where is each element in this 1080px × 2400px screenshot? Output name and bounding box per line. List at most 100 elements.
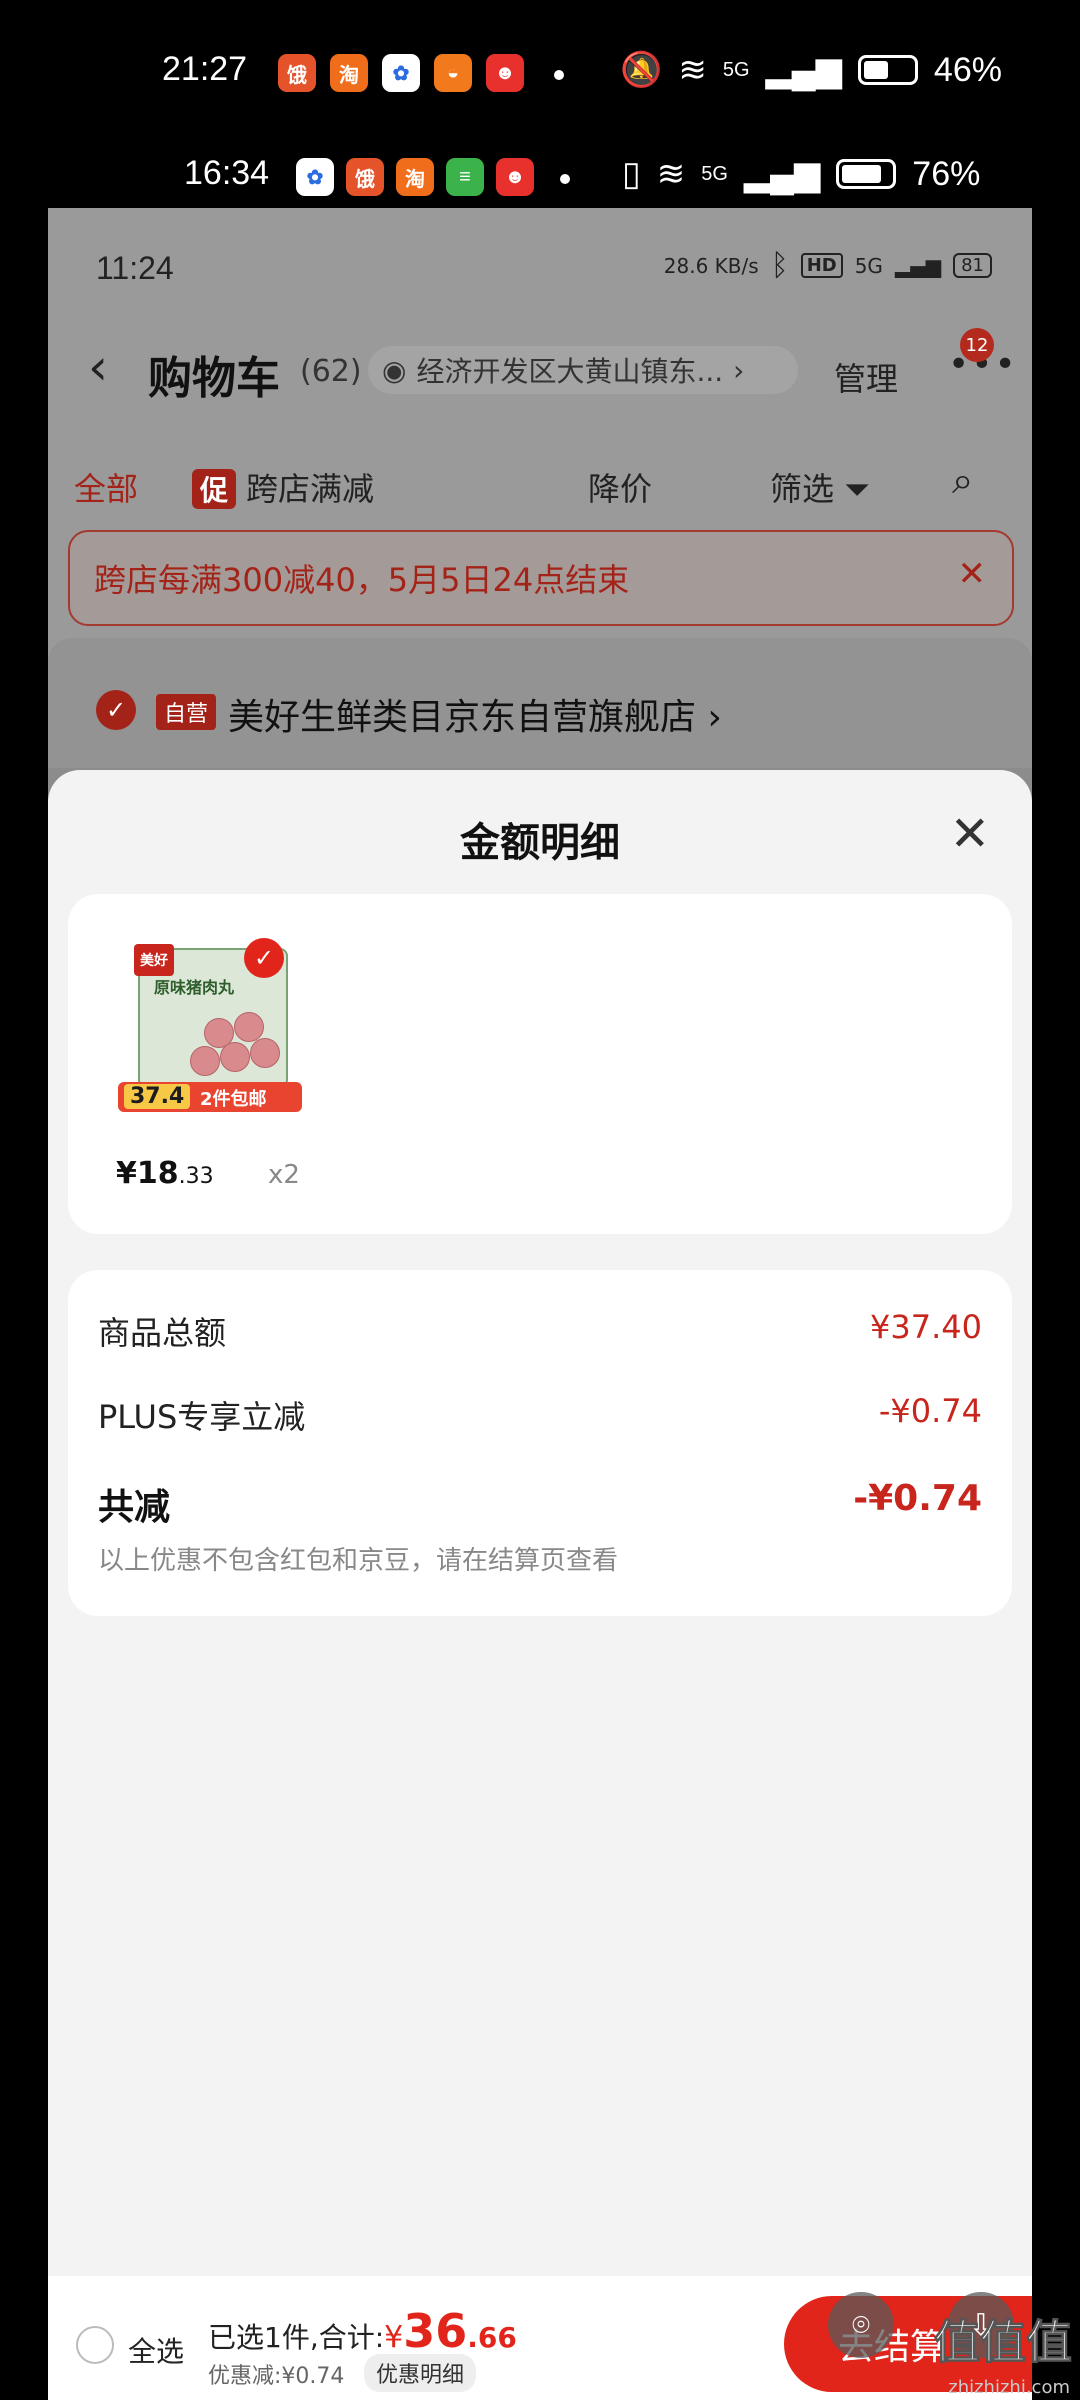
product-check-icon[interactable]: ✓: [244, 938, 284, 978]
app-battery: 81: [953, 253, 992, 278]
row-goods-total: 商品总额 ¥37.40: [98, 1308, 982, 1354]
tab-filter[interactable]: 筛选 ⏷: [770, 464, 870, 510]
eye-icon: ◉: [382, 353, 407, 387]
close-banner-icon[interactable]: ✕: [958, 554, 987, 594]
promo-tag: 促: [192, 469, 237, 509]
tab-price-drop[interactable]: 降价: [588, 464, 652, 510]
row-plus-discount: PLUS专享立减 -¥0.74: [98, 1392, 982, 1438]
product-card: 美好 原味猪肉丸 37.4 2件包邮 ✓ ¥18.33 x2: [68, 894, 1012, 1234]
tab-all[interactable]: 全部: [74, 464, 138, 510]
vibrate-icon: ▯: [622, 155, 641, 193]
message-badge: 12: [960, 328, 994, 362]
app-icon-6: ✿: [296, 158, 334, 196]
tab-filter-label: 筛选: [770, 470, 835, 508]
outer-status-right-1: 🔕 ≋ 5G ▂▄▆ 46%: [620, 50, 1002, 90]
promo-banner-text: 跨店每满300减40，5月5日24点结束: [94, 561, 630, 599]
screenshot-icon[interactable]: ⌾: [828, 2292, 894, 2358]
cart-tabs: 全部 促跨店满减 降价 筛选 ⏷ ⌕: [48, 448, 1032, 528]
meatball-image: [234, 1012, 264, 1042]
tab-cross-store-promo[interactable]: 促跨店满减: [192, 464, 374, 510]
store-row: ✓ 自营 美好生鲜类目京东自营旗舰店 ›: [48, 638, 1032, 768]
brand-logo: 美好: [134, 944, 174, 976]
total-amount: 36: [403, 2304, 468, 2358]
app-icon-7: 饿: [346, 158, 384, 196]
store-check-icon[interactable]: ✓: [96, 690, 136, 730]
chevron-right-icon: ›: [733, 353, 745, 387]
manage-button[interactable]: 管理: [834, 354, 898, 400]
ribbon-price: 37.4: [124, 1084, 191, 1109]
address-text: 经济开发区大黄山镇东...: [416, 355, 724, 388]
app-icon-10: ☻: [496, 158, 534, 196]
discount-detail-button[interactable]: 优惠明细: [364, 2354, 477, 2392]
select-all-label[interactable]: 全选: [128, 2330, 184, 2370]
discount-note: 以上优惠不包含红包和京豆，请在结算页查看: [98, 1546, 619, 1576]
self-operated-tag: 自营: [156, 694, 217, 730]
outer-status-bar-2: 16:34 ✿ 饿 淘 ≡ ☻ ▯ ≋ 5G ▂▄▆ 76%: [0, 144, 1080, 204]
meatball-image: [190, 1046, 220, 1076]
row-value: -¥0.74: [853, 1478, 982, 1519]
product-image[interactable]: 美好 原味猪肉丸 37.4 2件包邮 ✓: [118, 928, 302, 1112]
price-main: ¥18: [116, 1156, 179, 1191]
price-cents: .33: [178, 1164, 214, 1189]
address-selector[interactable]: ◉ 经济开发区大黄山镇东... ›: [368, 346, 798, 394]
total-cents: .66: [467, 2321, 517, 2354]
battery-icon: [857, 55, 918, 85]
net-speed: 28.6 KB/s: [663, 253, 759, 278]
app-icon-1: 饿: [278, 54, 316, 92]
outer-time-1: 21:27: [162, 50, 248, 88]
row-label: 商品总额: [98, 1314, 227, 1352]
discount-text: 优惠减:¥0.74: [208, 2364, 345, 2389]
ribbon-text: 2件包邮: [200, 1089, 267, 1110]
select-all-radio[interactable]: [76, 2326, 114, 2364]
outer-time-2: 16:34: [184, 154, 270, 192]
product-ribbon: 37.4 2件包邮: [118, 1082, 302, 1112]
search-icon[interactable]: ⌕: [952, 458, 973, 503]
signal-label-2: 5G: [701, 162, 728, 185]
app-signal-label: 5G: [854, 253, 883, 278]
corner-watermark: 2022: [52, 2280, 144, 2321]
signal-icon-2: ▂▄▆: [743, 155, 821, 193]
amount-summary-card: 商品总额 ¥37.40 PLUS专享立减 -¥0.74 共减 -¥0.74 以上…: [68, 1270, 1012, 1616]
signal-label-1: 5G: [722, 58, 750, 81]
cart-count: (62): [300, 354, 362, 389]
checkout-bar: 全选 已选1件,合计:¥36.66 优惠减:¥0.74 优惠明细 去结算 ⌾ ⇩: [48, 2276, 1032, 2400]
filter-icon: ⏷: [844, 470, 870, 508]
outer-status-bar-1: 21:27 饿 淘 ✿ ◒ ☻ 🔕 ≋ 5G ▂▄▆ 46%: [0, 40, 1080, 100]
app-status-time: 11:24: [96, 250, 174, 286]
battery-percent-1: 46%: [933, 50, 1002, 89]
watermark-brand: 值值值: [934, 2315, 1073, 2370]
app-icon-2: 淘: [330, 54, 368, 92]
meatball-image: [220, 1042, 250, 1072]
yen-symbol: ¥: [384, 2320, 404, 2355]
wifi-icon: ≋: [678, 51, 707, 89]
row-label: PLUS专享立减: [98, 1398, 306, 1436]
bluetooth-icon: ᛒ: [770, 248, 789, 283]
app-icon-8: 淘: [396, 158, 434, 196]
outer-status-right-2: ▯ ≋ 5G ▂▄▆ 76%: [622, 154, 980, 194]
hd-badge: HD: [800, 253, 843, 278]
app-signal-icon: ▂▄▆: [894, 253, 942, 278]
sheet-title: 金额明细: [460, 820, 620, 866]
mute-bell-icon: 🔕: [620, 51, 663, 89]
signal-icon: ▂▄▆: [765, 51, 842, 89]
product-price: ¥18.33: [116, 1156, 214, 1191]
back-icon[interactable]: ‹: [88, 338, 108, 396]
page-title: 购物车: [148, 353, 280, 404]
amount-detail-sheet: 金额明细 ✕ 美好 原味猪肉丸 37.4 2件包邮 ✓ ¥18.33 x2 商品…: [48, 770, 1032, 2400]
battery-icon-2: [836, 159, 897, 189]
close-icon[interactable]: ✕: [950, 806, 990, 862]
app-screen: 11:24 28.6 KB/s ᛒ HD 5G ▂▄▆ 81 ‹ 购物车 (62…: [48, 208, 1032, 2400]
wifi-icon-2: ≋: [656, 155, 686, 193]
row-value: -¥0.74: [878, 1392, 982, 1430]
app-icon-4: ◒: [434, 54, 472, 92]
row-value: ¥37.40: [870, 1308, 982, 1346]
app-icon-9: ≡: [446, 158, 484, 196]
cart-header: ‹ 购物车 (62) ◉ 经济开发区大黄山镇东... › 管理 ••• 12: [48, 308, 1032, 428]
store-name[interactable]: 美好生鲜类目京东自营旗舰店 ›: [228, 688, 722, 740]
package-label: 原味猪肉丸: [154, 978, 235, 997]
summary-prefix: 已选1件,合计:: [208, 2321, 385, 2354]
tab-cross-store-label: 跨店满减: [246, 470, 375, 508]
watermark-site: zhizhizhi.com: [948, 2377, 1070, 2398]
notification-dot-2: [560, 174, 570, 184]
app-status-right: 28.6 KB/s ᛒ HD 5G ▂▄▆ 81: [664, 248, 992, 283]
